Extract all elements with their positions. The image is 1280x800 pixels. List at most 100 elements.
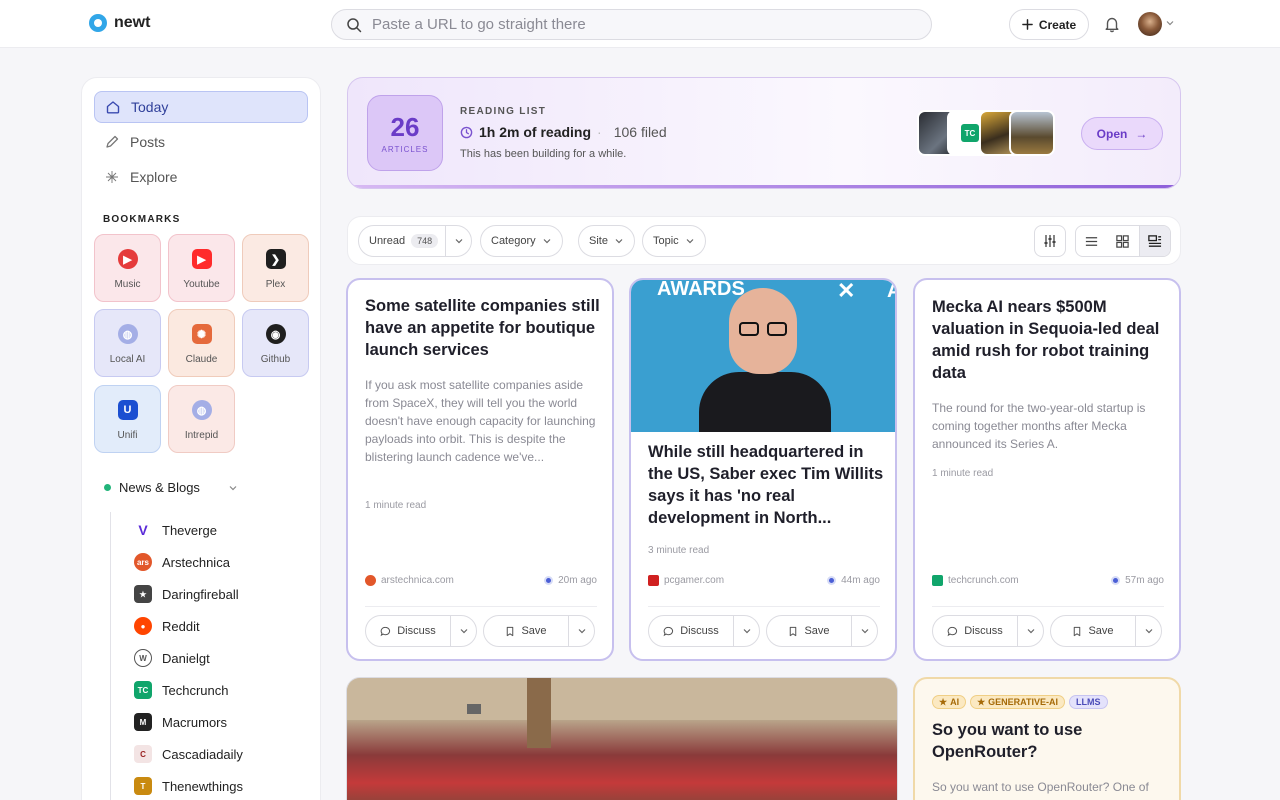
save-dropdown[interactable] (568, 616, 594, 646)
article-image[interactable]: AWARDS ✕ A (631, 280, 895, 432)
pencil-icon (106, 135, 119, 148)
chevron-down-icon (861, 629, 868, 634)
reading-time-text: 1h 2m of reading (479, 124, 592, 140)
save-button[interactable]: Save (483, 615, 595, 647)
feed-item-reddit[interactable]: ● Reddit (134, 617, 200, 635)
chevron-down-icon[interactable] (1166, 19, 1174, 27)
app-logo[interactable]: newt (89, 14, 150, 32)
bookmark-icon (1074, 626, 1081, 636)
save-label: Save (804, 625, 830, 637)
reading-list-panel: 26 ARTICLES READING LIST 1h 2m of readin… (347, 77, 1181, 189)
feed-item-thenewthings[interactable]: T Thenewthings (134, 777, 243, 795)
chevron-down-icon (460, 629, 467, 634)
read-time: 1 minute read (365, 500, 427, 511)
feed-item-danielgt[interactable]: W Danielgt (134, 649, 210, 667)
open-reading-list-button[interactable]: Open → (1081, 117, 1163, 150)
discuss-button[interactable]: Discuss (648, 615, 760, 647)
nav-item-posts[interactable]: Posts (94, 126, 308, 158)
feed-item-techcrunch[interactable]: TC Techcrunch (134, 681, 228, 699)
glasses-icon (739, 322, 759, 336)
feed-group-news-blogs[interactable]: News & Blogs (104, 480, 238, 495)
article-meta: arstechnica.com 20m ago (365, 575, 597, 586)
bookmark-github[interactable]: ◉ Github (242, 309, 309, 377)
nav-label: Today (131, 99, 169, 115)
chevron-down-icon (615, 239, 623, 244)
feed-item-macrumors[interactable]: M Macrumors (134, 713, 227, 731)
bell-icon[interactable] (1103, 15, 1121, 33)
feed-item-theverge[interactable]: V Theverge (134, 521, 217, 539)
save-button[interactable]: Save (766, 615, 878, 647)
article-age: 44m ago (841, 575, 880, 586)
image-banner-text: A (887, 280, 895, 303)
bookmark-intrepid[interactable]: ◍ Intrepid (168, 385, 235, 453)
chevron-down-icon (543, 239, 551, 244)
category-filter[interactable]: Category (480, 225, 563, 257)
discuss-label: Discuss (680, 625, 719, 637)
article-card[interactable]: AWARDS ✕ A While still headquartered in … (629, 278, 897, 661)
feed-item-arstechnica[interactable]: ars Arstechnica (134, 553, 230, 571)
card-view-button[interactable] (1138, 226, 1170, 256)
unread-filter[interactable]: Unread 748 (358, 225, 472, 257)
discuss-dropdown[interactable] (733, 616, 759, 646)
article-card[interactable]: Mecka AI nears $500M valuation in Sequoi… (913, 278, 1181, 661)
unread-dropdown[interactable] (445, 226, 471, 256)
create-button[interactable]: Create (1009, 9, 1089, 40)
topic-filter[interactable]: Topic (642, 225, 706, 257)
site-filter[interactable]: Site (578, 225, 635, 257)
article-image[interactable] (347, 678, 897, 800)
search-input[interactable] (372, 16, 892, 33)
bookmark-local-ai[interactable]: ◍ Local AI (94, 309, 161, 377)
pcgamer-icon (648, 575, 659, 586)
article-card-featured[interactable] (346, 677, 898, 800)
discuss-button[interactable]: Discuss (932, 615, 1044, 647)
chevron-down-icon[interactable] (228, 483, 238, 493)
discuss-button[interactable]: Discuss (365, 615, 477, 647)
article-title[interactable]: Mecka AI nears $500M valuation in Sequoi… (932, 296, 1168, 384)
bookmark-icon (507, 626, 514, 636)
tag-llms[interactable]: LLMS (1069, 695, 1108, 709)
feed-item-cascadiadaily[interactable]: C Cascadiadaily (134, 745, 243, 763)
bookmark-claude[interactable]: ✺ Claude (168, 309, 235, 377)
article-excerpt: The round for the two-year-old startup i… (932, 401, 1146, 451)
save-dropdown[interactable] (851, 616, 877, 646)
reading-thumbnails: TC (917, 110, 1057, 156)
bookmark-music[interactable]: ▶ Music (94, 234, 161, 302)
discuss-dropdown[interactable] (1017, 616, 1043, 646)
grid-view-button[interactable] (1107, 226, 1138, 256)
tag-ai[interactable]: ★ AI (932, 695, 967, 709)
tag-generative-ai[interactable]: ★ GENERATIVE-AI (970, 695, 1065, 709)
site-name[interactable]: arstechnica.com (381, 575, 454, 586)
chevron-down-icon (686, 239, 694, 244)
youtube-icon: ▶ (191, 249, 212, 269)
save-button[interactable]: Save (1050, 615, 1162, 647)
article-card[interactable]: Some satellite companies still have an a… (346, 278, 614, 661)
home-icon (106, 101, 120, 114)
avatar[interactable] (1138, 12, 1162, 36)
article-title[interactable]: So you want to use OpenRouter? (932, 719, 1168, 763)
article-meta: pcgamer.com 44m ago (648, 575, 880, 586)
nav-item-today[interactable]: Today (94, 91, 308, 123)
wordpress-icon: W (134, 649, 152, 667)
article-title[interactable]: While still headquartered in the US, Sab… (648, 441, 884, 529)
bookmark-youtube[interactable]: ▶ Youtube (168, 234, 235, 302)
save-dropdown[interactable] (1135, 616, 1161, 646)
site-name[interactable]: techcrunch.com (948, 575, 1019, 586)
bookmark-unifi[interactable]: U Unifi (94, 385, 161, 453)
list-view-button[interactable] (1076, 226, 1107, 256)
divider (932, 606, 1164, 607)
search-bar[interactable] (331, 9, 932, 40)
article-title[interactable]: Some satellite companies still have an a… (365, 295, 601, 361)
discuss-dropdown[interactable] (450, 616, 476, 646)
chevron-down-icon (455, 239, 462, 244)
bookmark-plex[interactable]: ❯ Plex (242, 234, 309, 302)
article-card[interactable]: ★ AI ★ GENERATIVE-AI LLMS So you want to u… (913, 677, 1181, 800)
site-name[interactable]: pcgamer.com (664, 575, 724, 586)
image-sign (467, 704, 481, 714)
reddit-icon: ● (134, 617, 152, 635)
filter-settings-button[interactable] (1034, 225, 1066, 257)
divider (365, 606, 597, 607)
feed-item-daringfireball[interactable]: ★ Daringfireball (134, 585, 239, 603)
nav-item-explore[interactable]: Explore (94, 161, 308, 193)
grid-icon (1116, 234, 1130, 248)
cards-icon (1148, 234, 1162, 247)
